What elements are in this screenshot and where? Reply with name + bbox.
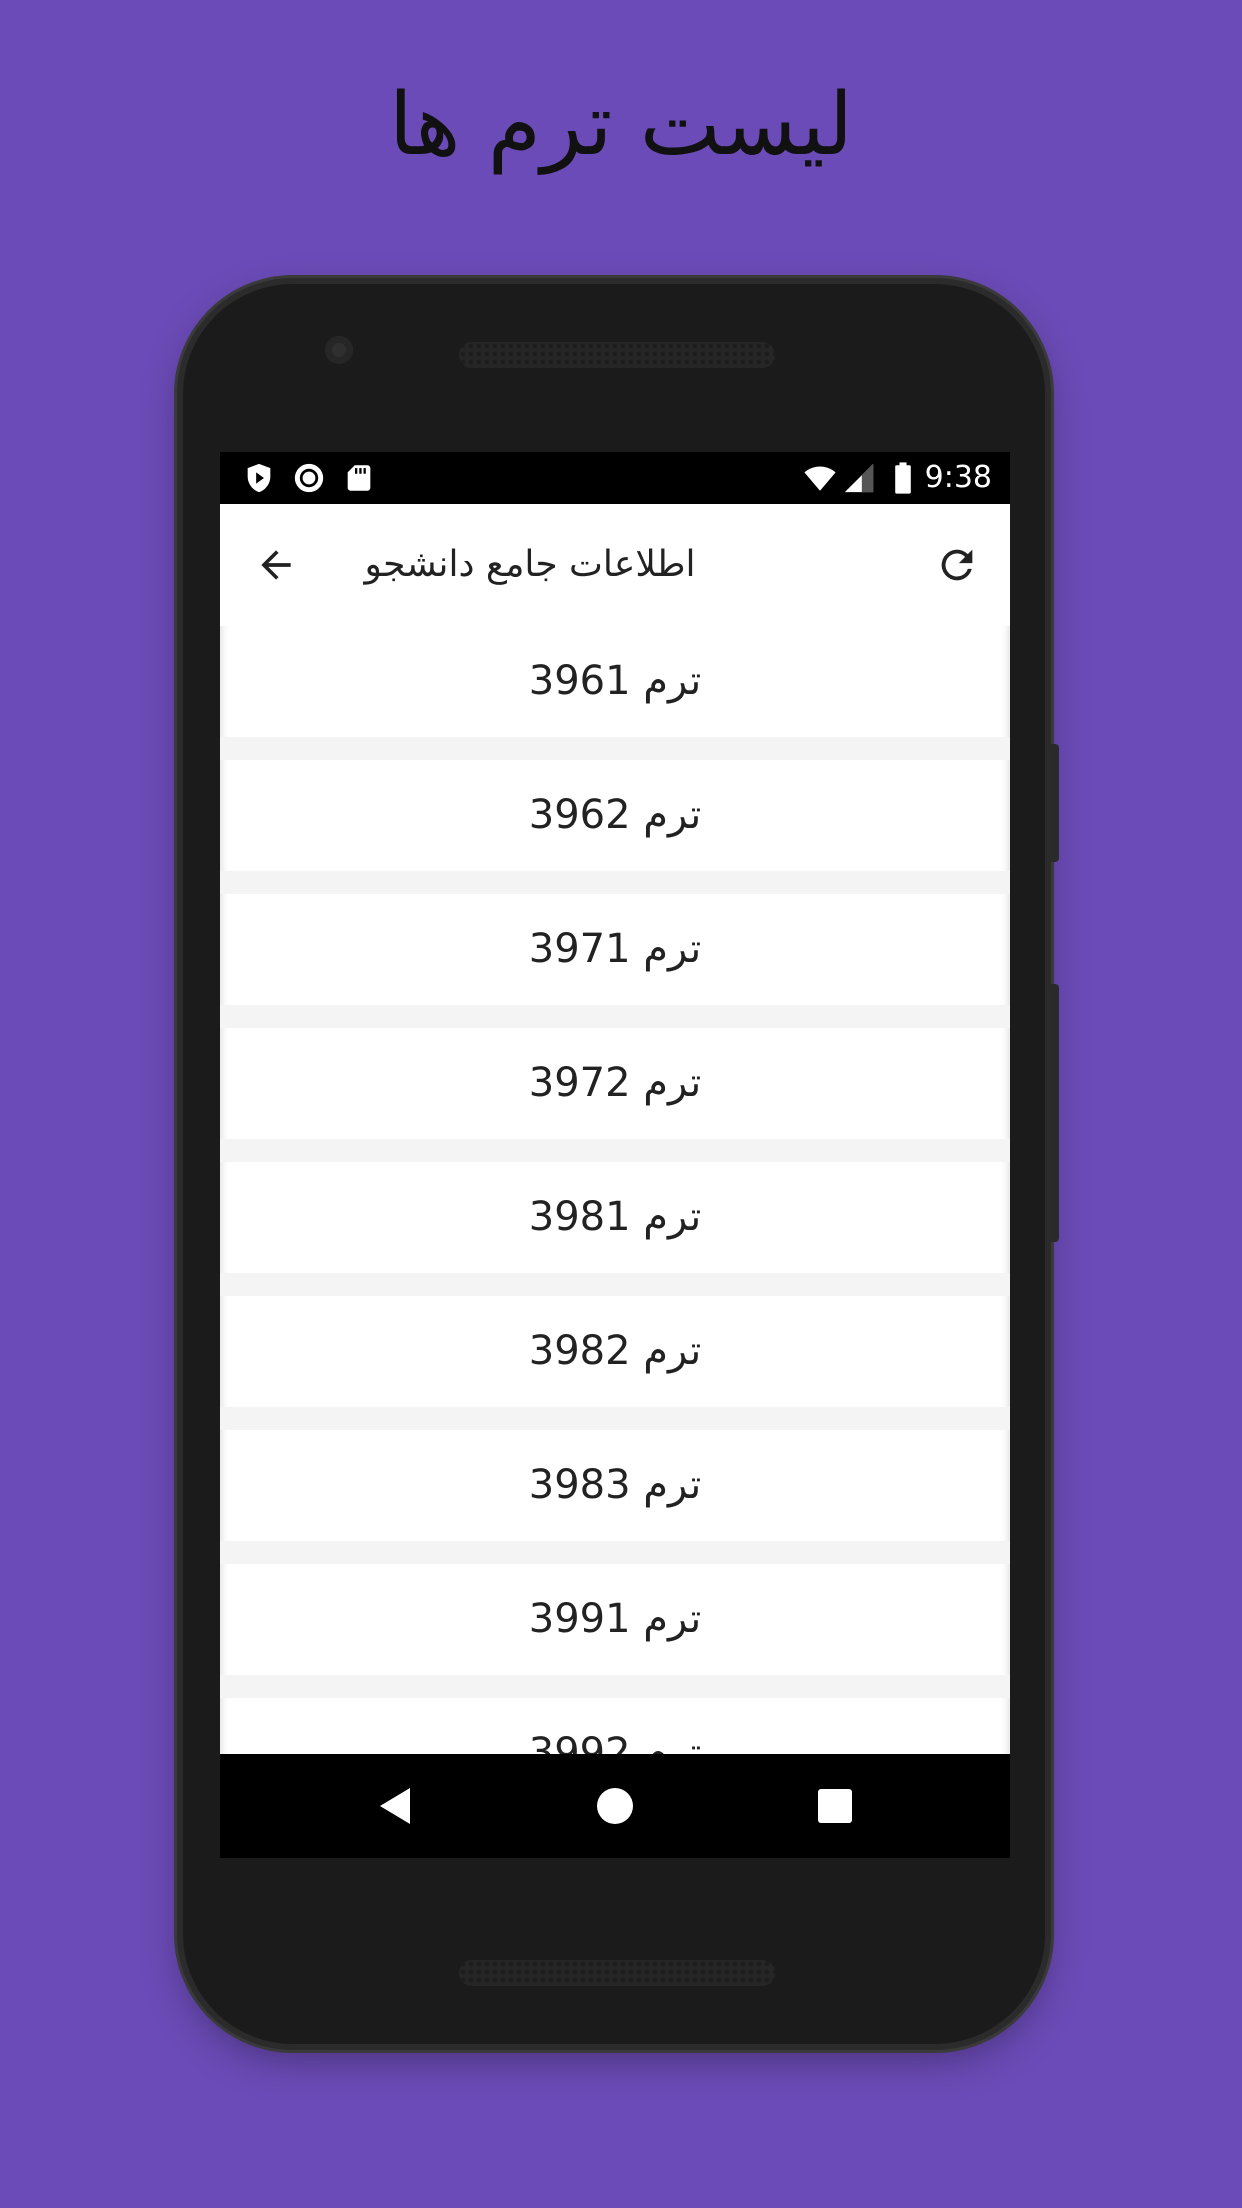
term-item[interactable]: ترم 3972 — [220, 1028, 1010, 1139]
signal-icon — [844, 463, 874, 493]
term-label: ترم 3982 — [528, 1328, 702, 1374]
term-label: ترم 3991 — [528, 1596, 702, 1642]
volume-button — [1049, 744, 1059, 862]
status-time: 9:38 — [924, 460, 992, 495]
phone-frame: 9:38 اطلاعات جامع دانشجو ترم 3961 ترم 39… — [183, 284, 1059, 2044]
term-item[interactable]: ترم 3961 — [220, 626, 1010, 737]
term-item[interactable]: ترم 3971 — [220, 894, 1010, 1005]
refresh-icon[interactable] — [934, 542, 980, 588]
status-bar: 9:38 — [220, 452, 1010, 504]
bottom-speaker — [459, 1960, 775, 1986]
arrow-left-icon[interactable] — [254, 543, 298, 587]
term-item[interactable]: ترم 3991 — [220, 1564, 1010, 1675]
navigation-bar — [220, 1754, 1010, 1858]
power-button — [1049, 984, 1059, 1242]
shield-play-icon — [247, 463, 271, 493]
back-triangle-icon[interactable] — [372, 1782, 420, 1830]
term-label: ترم 3961 — [528, 658, 702, 704]
term-label: ترم 3981 — [528, 1194, 702, 1240]
promo-title: لیست ترم ها — [388, 75, 854, 175]
term-label: ترم 3971 — [528, 926, 702, 972]
app-toolbar: اطلاعات جامع دانشجو — [220, 504, 1010, 626]
top-speaker — [459, 342, 775, 368]
front-camera — [325, 336, 353, 364]
home-circle-icon[interactable] — [591, 1782, 639, 1830]
battery-icon — [895, 462, 911, 494]
term-item[interactable]: ترم 3981 — [220, 1162, 1010, 1273]
term-label: ترم 3972 — [528, 1060, 702, 1106]
term-item[interactable]: ترم 3982 — [220, 1296, 1010, 1407]
toolbar-title: اطلاعات جامع دانشجو — [364, 544, 696, 585]
recents-square-icon[interactable] — [811, 1782, 859, 1830]
term-label: ترم 3962 — [528, 792, 702, 838]
record-icon — [294, 463, 324, 493]
wifi-icon — [804, 466, 836, 491]
term-label: ترم 3983 — [528, 1462, 702, 1508]
term-item[interactable]: ترم 3962 — [220, 760, 1010, 871]
sd-card-icon — [347, 465, 371, 491]
term-item[interactable]: ترم 3983 — [220, 1430, 1010, 1541]
screen: 9:38 اطلاعات جامع دانشجو ترم 3961 ترم 39… — [220, 452, 1010, 1858]
